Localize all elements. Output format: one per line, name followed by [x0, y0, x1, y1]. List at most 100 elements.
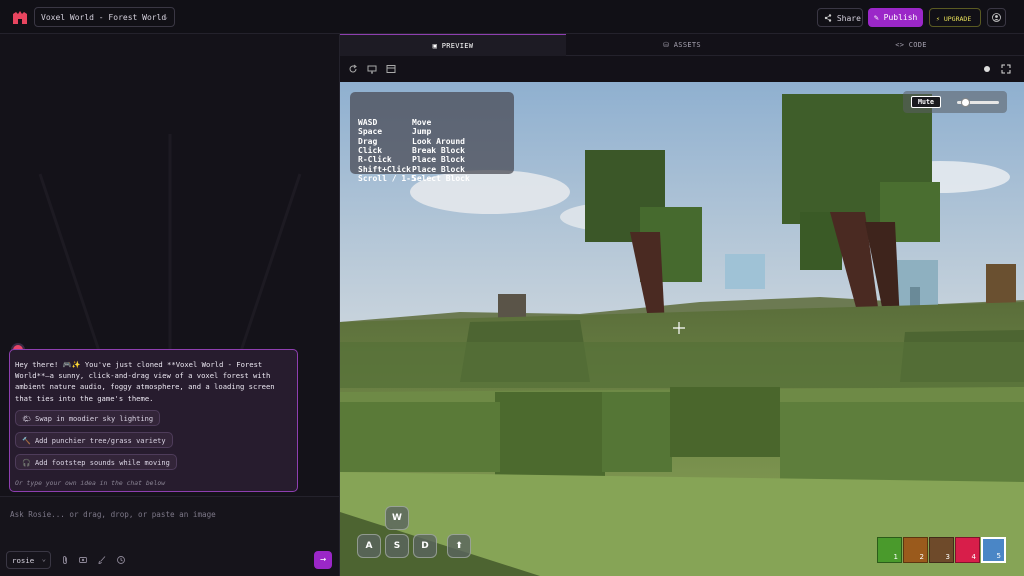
tab-label: PREVIEW — [441, 42, 474, 50]
screenshot-icon[interactable] — [386, 64, 396, 74]
mute-button[interactable]: Mute — [911, 96, 941, 108]
desktop-icon[interactable] — [367, 64, 377, 74]
project-name: Voxel World - Forest World — [41, 13, 167, 22]
control-action: Move — [412, 117, 432, 127]
jump-button[interactable]: ⬆ — [447, 534, 471, 558]
tab-code[interactable]: <> CODE — [798, 34, 1024, 56]
pencil-icon: ✎ — [874, 13, 879, 22]
preview-toolbar — [340, 56, 1024, 82]
share-label: Share — [836, 14, 861, 23]
key-s[interactable]: S — [385, 534, 409, 558]
suggestion-label: Add footstep sounds while moving — [34, 459, 170, 467]
control-row: R-Click Place Block — [358, 155, 506, 164]
account-button[interactable] — [987, 8, 1006, 27]
view-tabs: ▣ PREVIEW ⛁ ASSETS <> CODE — [340, 34, 1024, 56]
chat-hint: Or type your own idea in the chat below — [15, 479, 166, 487]
user-icon — [992, 13, 1001, 22]
volume-slider[interactable] — [957, 98, 999, 107]
control-row: Space Jump — [358, 127, 506, 136]
tab-label: ASSETS — [673, 41, 701, 49]
publish-button[interactable]: ✎ Publish — [868, 8, 923, 27]
key-a[interactable]: A — [357, 534, 381, 558]
suggestion-sky-lighting[interactable]: 🌤 Swap in moodier sky lighting — [15, 410, 161, 426]
share-button[interactable]: Share — [817, 8, 863, 27]
send-button[interactable]: → — [314, 551, 332, 569]
headphones-icon: 🎧 — [22, 459, 31, 467]
refresh-icon[interactable] — [348, 64, 358, 74]
controls-overlay: WASD Move Space Jump Drag Look Around Click Bre… — [350, 92, 514, 183]
sun-icon: 🌤 — [22, 415, 31, 423]
preview-icon: ▣ — [432, 42, 438, 50]
control-row: Drag Look Around — [358, 137, 506, 146]
hotbar-slot-5[interactable]: 5 — [981, 537, 1006, 563]
hotbar-slot-number: 5 — [996, 552, 1001, 560]
chat-input-area: Ask Rosie... or drag, drop, or paste an … — [0, 496, 339, 576]
publish-label: Publish — [883, 13, 918, 22]
control-key: R-Click — [358, 155, 392, 165]
hotbar-slot-4[interactable]: 4 — [955, 537, 980, 563]
block-hotbar: 1 2 3 4 5 — [877, 537, 1006, 565]
background-pattern — [38, 134, 302, 415]
tab-preview[interactable]: ▣ PREVIEW — [340, 34, 566, 56]
rosebud-logo-icon[interactable] — [12, 9, 28, 25]
control-key: WASD — [358, 117, 378, 127]
fullscreen-icon[interactable] — [1001, 64, 1011, 74]
control-action: Place Block — [412, 164, 465, 174]
hotbar-slot-number: 2 — [919, 553, 924, 561]
chevron-down-icon: ⌄ — [41, 555, 46, 563]
model-name: rosie — [12, 556, 35, 565]
hotbar-slot-number: 1 — [893, 553, 898, 561]
arrow-right-icon: → — [319, 554, 327, 565]
assistant-message-card: Hey there! 🎮✨ You've just cloned **Voxel… — [9, 349, 298, 492]
paperclip-icon[interactable] — [60, 555, 70, 565]
lightning-icon: ⚡ — [936, 15, 940, 23]
chat-input[interactable]: Ask Rosie... or drag, drop, or paste an … — [10, 510, 216, 519]
control-key: Scroll / 1-5 — [358, 174, 416, 184]
history-icon[interactable] — [116, 555, 126, 565]
crosshair-icon — [673, 322, 685, 334]
upgrade-button[interactable]: ⚡ UPGRADE — [929, 8, 981, 27]
tab-label: CODE — [908, 41, 927, 49]
control-key: Shift+Click — [358, 164, 411, 174]
controls-list: WASD Move Space Jump Drag Look Around Click Bre… — [358, 118, 506, 184]
key-d[interactable]: D — [413, 534, 437, 558]
control-action: Break Block — [412, 146, 465, 156]
code-icon: <> — [895, 41, 905, 49]
control-action: Select Block — [412, 174, 470, 184]
suggestion-footstep-sounds[interactable]: 🎧 Add footstep sounds while moving — [15, 454, 177, 470]
control-action: Look Around — [412, 136, 465, 146]
tab-assets[interactable]: ⛁ ASSETS — [566, 34, 798, 56]
control-key: Drag — [358, 136, 378, 146]
chat-panel: Hey there! 🎮✨ You've just cloned **Voxel… — [0, 34, 340, 576]
hotbar-slot-number: 3 — [945, 553, 950, 561]
record-icon[interactable] — [982, 64, 992, 74]
project-selector[interactable]: Voxel World - Forest World ⌄ — [34, 7, 175, 27]
assistant-message-text: Hey there! 🎮✨ You've just cloned **Voxel… — [15, 360, 275, 403]
model-selector[interactable]: rosie ⌄ — [6, 551, 51, 569]
control-row: Scroll / 1-5 Select Block — [358, 174, 506, 183]
control-row: Shift+Click Place Block — [358, 165, 506, 174]
volume-slider-thumb[interactable] — [961, 98, 971, 107]
game-viewport[interactable]: WASD Move Space Jump Drag Look Around Click Bre… — [340, 82, 1024, 576]
hotbar-slot-3[interactable]: 3 — [929, 537, 954, 563]
suggestion-tree-variety[interactable]: 🔨 Add punchier tree/grass variety — [15, 432, 173, 448]
assets-icon: ⛁ — [663, 41, 670, 49]
chevron-down-icon: ⌄ — [163, 12, 168, 21]
image-icon[interactable] — [78, 555, 88, 565]
share-icon — [824, 14, 832, 22]
suggestion-label: Swap in moodier sky lighting — [35, 415, 154, 423]
audio-panel: Mute — [903, 91, 1007, 113]
brush-icon[interactable] — [97, 555, 107, 565]
control-key: Space — [358, 127, 383, 137]
control-action: Place Block — [412, 155, 465, 165]
hotbar-slot-2[interactable]: 2 — [903, 537, 928, 563]
hammer-icon: 🔨 — [22, 437, 31, 445]
control-row: WASD Move — [358, 118, 506, 127]
control-action: Jump — [412, 127, 432, 137]
top-bar: Voxel World - Forest World ⌄ Share ✎ Pub… — [0, 0, 1024, 34]
key-w[interactable]: W — [385, 506, 409, 530]
suggestion-label: Add punchier tree/grass variety — [34, 437, 166, 445]
hotbar-slot-number: 4 — [971, 553, 976, 561]
upgrade-label: UPGRADE — [943, 15, 972, 23]
hotbar-slot-1[interactable]: 1 — [877, 537, 902, 563]
